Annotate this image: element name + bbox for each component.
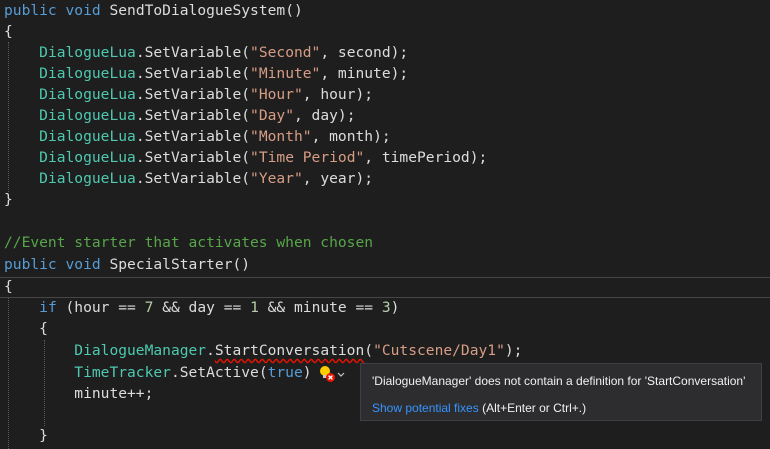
quick-actions-button[interactable]: [318, 365, 348, 383]
method-name: SendToDialogueSystem(): [109, 2, 303, 19]
method-call: .SetVariable(: [135, 65, 251, 82]
code-line[interactable]: DialogueLua.SetVariable("Month", month);: [4, 126, 391, 147]
argument: , hour);: [302, 86, 374, 103]
type-name: DialogueLua: [39, 44, 136, 61]
brace: }: [4, 191, 13, 208]
code-line[interactable]: DialogueManager.StartConversation("Cutsc…: [4, 340, 522, 361]
brace: {: [4, 278, 13, 295]
keyword: true: [267, 364, 303, 381]
statement: minute++;: [74, 385, 154, 402]
method-call: .SetVariable(: [135, 128, 251, 145]
code-line[interactable]: DialogueLua.SetVariable("Second", second…: [4, 42, 408, 63]
lightbulb-error-icon: [320, 366, 335, 382]
string-literal: "Second": [250, 44, 321, 61]
number-literal: 1: [250, 299, 259, 316]
brace: }: [39, 427, 48, 444]
code-line[interactable]: DialogueLua.SetVariable("Year", year);: [4, 168, 373, 189]
string-literal: "Month": [250, 128, 312, 145]
string-literal: "Time Period": [250, 149, 365, 166]
method-call: .SetActive(: [170, 364, 268, 381]
string-literal: "Cutscene/Day1": [373, 342, 505, 359]
brace: {: [4, 23, 13, 40]
method-call: .SetVariable(: [135, 44, 251, 61]
keyword: void: [65, 2, 101, 19]
string-literal: "Year": [250, 170, 303, 187]
code-line[interactable]: {: [4, 318, 48, 339]
condition: (hour ==: [56, 299, 145, 316]
number-literal: 3: [381, 299, 391, 316]
paren: (: [364, 342, 374, 359]
string-literal: "Minute": [250, 65, 321, 82]
type-name: DialogueLua: [39, 128, 136, 145]
argument: , month);: [311, 128, 391, 145]
string-literal: "Day": [250, 107, 294, 124]
type-name: DialogueLua: [39, 170, 136, 187]
code-line[interactable]: DialogueLua.SetVariable("Minute", minute…: [4, 63, 408, 84]
argument: , minute);: [320, 65, 409, 82]
comment: //Event starter that activates when chos…: [4, 234, 374, 251]
code-line[interactable]: //Event starter that activates when chos…: [4, 232, 373, 253]
method-call: .SetVariable(: [135, 170, 251, 187]
code-line[interactable]: {: [4, 21, 13, 42]
method-name: SpecialStarter(): [109, 256, 251, 273]
tooltip-shortcut: (Alt+Enter or Ctrl+.): [478, 401, 587, 415]
paren: );: [504, 342, 523, 359]
code-line[interactable]: DialogueLua.SetVariable("Time Period", t…: [4, 147, 487, 168]
tooltip-message: 'DialogueManager' does not contain a def…: [372, 374, 746, 388]
dot: .: [206, 342, 215, 359]
brace: {: [39, 320, 48, 337]
keyword: public: [4, 2, 57, 19]
show-potential-fixes-link[interactable]: Show potential fixes: [372, 401, 479, 415]
argument: , second);: [320, 44, 409, 61]
method-call: .SetVariable(: [135, 149, 251, 166]
type-name: DialogueLua: [39, 107, 136, 124]
code-line[interactable]: {: [4, 276, 13, 297]
code-line[interactable]: minute++;: [4, 383, 153, 404]
type-name: DialogueLua: [39, 149, 136, 166]
condition: ): [390, 299, 400, 316]
keyword: if: [39, 299, 57, 316]
paren: ): [302, 364, 312, 381]
error-tooltip: 'DialogueManager' does not contain a def…: [360, 363, 762, 421]
code-line[interactable]: DialogueLua.SetVariable("Day", day);: [4, 105, 356, 126]
code-line[interactable]: }: [4, 189, 13, 210]
condition: && day ==: [153, 299, 251, 316]
string-literal: "Hour": [250, 86, 303, 103]
argument: , timePeriod);: [364, 149, 488, 166]
method-call: .SetVariable(: [135, 107, 251, 124]
code-line[interactable]: if (hour == 7 && day == 1 && minute == 3…: [4, 297, 399, 318]
argument: , year);: [302, 170, 374, 187]
condition: && minute ==: [258, 299, 382, 316]
current-line-highlight: [0, 277, 770, 298]
code-editor[interactable]: public void SendToDialogueSystem() { Dia…: [0, 0, 770, 449]
keyword: public: [4, 256, 57, 273]
code-line[interactable]: TimeTracker.SetActive(true): [4, 362, 312, 383]
chevron-down-icon[interactable]: [336, 365, 346, 383]
code-line[interactable]: DialogueLua.SetVariable("Hour", hour);: [4, 84, 373, 105]
tooltip-fix-row: Show potential fixes (Alt+Enter or Ctrl+…: [372, 401, 586, 415]
argument: , day);: [293, 107, 356, 124]
type-name: DialogueManager: [74, 342, 207, 359]
code-line[interactable]: public void SpecialStarter(): [4, 254, 250, 275]
type-name: DialogueLua: [39, 86, 136, 103]
type-name: DialogueLua: [39, 65, 136, 82]
method-call: .SetVariable(: [135, 86, 251, 103]
code-line[interactable]: public void SendToDialogueSystem(): [4, 0, 303, 21]
type-name: TimeTracker: [74, 364, 171, 381]
code-line[interactable]: }: [4, 425, 48, 446]
keyword: void: [65, 256, 101, 273]
error-squiggle[interactable]: StartConversation: [215, 342, 364, 359]
